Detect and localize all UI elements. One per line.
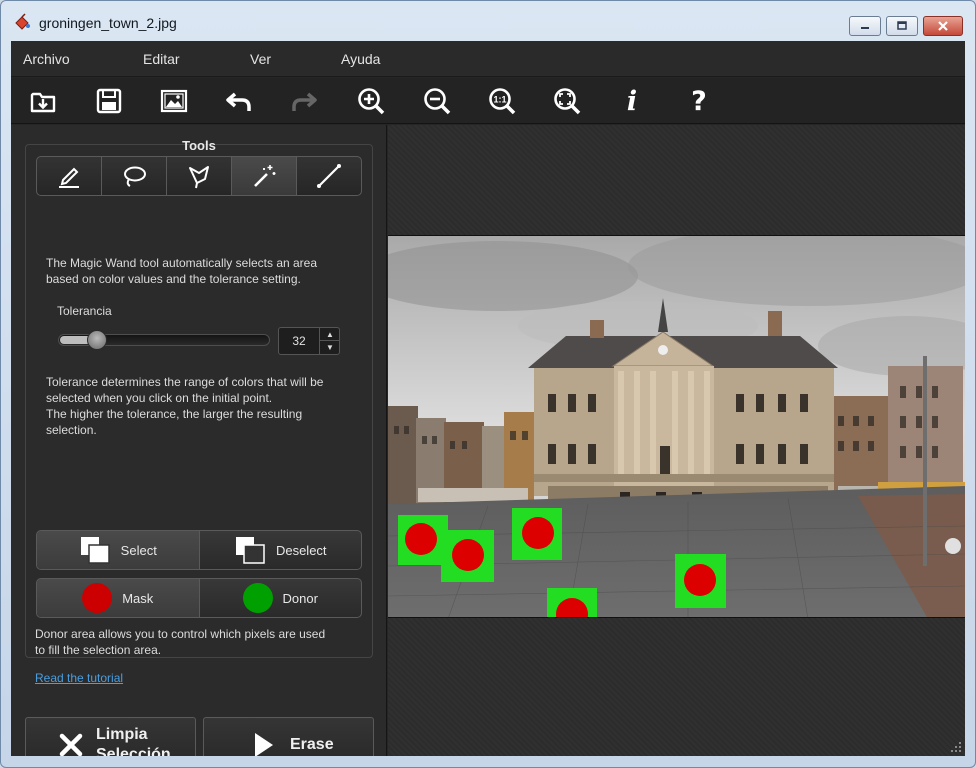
play-icon bbox=[255, 732, 273, 756]
help-icon: ? bbox=[691, 85, 707, 117]
area-mode: Mask Donor bbox=[36, 578, 362, 618]
selection-mode: Select Deselect bbox=[36, 530, 362, 570]
zoom-in-icon bbox=[358, 88, 385, 115]
toolbar: 1:1 i ? bbox=[11, 78, 965, 124]
zoom-in-button[interactable] bbox=[354, 84, 388, 118]
help-button[interactable]: ? bbox=[682, 84, 716, 118]
undo-button[interactable] bbox=[222, 84, 256, 118]
tutorial-link[interactable]: Read the tutorial bbox=[35, 671, 123, 685]
info-button[interactable]: i bbox=[615, 84, 649, 118]
tolerance-slider-thumb[interactable] bbox=[87, 330, 107, 350]
redo-icon bbox=[292, 92, 317, 111]
maximize-button[interactable] bbox=[886, 16, 918, 36]
undo-icon bbox=[226, 92, 251, 111]
clear-selection-label: Limpia Selección bbox=[96, 725, 171, 757]
zoom-actual-size-label: 1:1 bbox=[493, 95, 506, 105]
menu-ver[interactable]: Ver bbox=[250, 51, 271, 67]
magic-wand-icon bbox=[254, 165, 276, 187]
spin-up-arrow-icon[interactable]: ▲ bbox=[320, 328, 340, 341]
save-icon bbox=[96, 88, 122, 114]
close-icon bbox=[938, 21, 948, 31]
groningen-town-photo bbox=[388, 236, 965, 617]
menu-bar: Archivo Editar Ver Ayuda bbox=[11, 41, 965, 77]
open-icon bbox=[30, 92, 56, 113]
zoom-fit-icon bbox=[554, 88, 581, 115]
deselect-icon bbox=[235, 537, 265, 564]
erase-label: Erase bbox=[290, 735, 334, 753]
lasso-icon bbox=[124, 166, 146, 187]
tool-lasso[interactable] bbox=[102, 157, 167, 195]
tool-selector bbox=[36, 156, 362, 196]
close-x-icon bbox=[59, 733, 83, 756]
mask-label: Mask bbox=[122, 590, 154, 606]
zoom-fit-button[interactable] bbox=[550, 84, 584, 118]
paint-bucket-icon bbox=[15, 13, 30, 30]
select-button[interactable]: Select bbox=[37, 531, 200, 569]
image-button[interactable] bbox=[157, 84, 191, 118]
mask-button[interactable]: Mask bbox=[37, 579, 200, 617]
line-icon bbox=[317, 164, 341, 188]
window-title: groningen_town_2.jpg bbox=[39, 15, 177, 31]
donor-help-text: Donor area allows you to control which p… bbox=[35, 627, 326, 657]
tolerance-help: Tolerance determines the range of colors… bbox=[46, 375, 324, 437]
donor-button[interactable]: Donor bbox=[200, 579, 362, 617]
tolerance-value[interactable]: 32 bbox=[279, 334, 319, 348]
zoom-actual-size-button[interactable]: 1:1 bbox=[485, 84, 519, 118]
tool-description: The Magic Wand tool automatically select… bbox=[46, 256, 318, 286]
app-window: groningen_town_2.jpg Archivo Editar Ver … bbox=[0, 0, 976, 768]
mask-color-icon bbox=[82, 583, 113, 613]
tools-panel: Tools The Magic Wand tool automatically … bbox=[11, 125, 387, 756]
tool-marker[interactable] bbox=[37, 157, 102, 195]
info-icon: i bbox=[626, 85, 638, 117]
open-button[interactable] bbox=[26, 84, 60, 118]
minimize-button[interactable] bbox=[849, 16, 881, 36]
donor-color-icon bbox=[242, 583, 273, 613]
spinbox-arrows: ▲ ▼ bbox=[319, 328, 340, 354]
clear-selection-button[interactable]: Limpia Selección bbox=[25, 717, 196, 756]
tool-polygonal-lasso[interactable] bbox=[167, 157, 232, 195]
menu-editar[interactable]: Editar bbox=[143, 51, 180, 67]
donor-label: Donor bbox=[282, 590, 318, 606]
tools-heading: Tools bbox=[182, 138, 216, 153]
marker-icon bbox=[59, 167, 79, 188]
menu-ayuda[interactable]: Ayuda bbox=[341, 51, 380, 67]
deselect-label: Deselect bbox=[275, 542, 327, 558]
zoom-actual-size-icon: 1:1 bbox=[489, 88, 516, 115]
resize-grip-icon[interactable] bbox=[950, 741, 962, 753]
client-area: Archivo Editar Ver Ayuda 1:1 i ? Tools T… bbox=[11, 41, 965, 756]
tolerance-label: Tolerancia bbox=[57, 304, 112, 318]
redo-button[interactable] bbox=[287, 84, 321, 118]
save-button[interactable] bbox=[92, 84, 126, 118]
select-icon bbox=[80, 537, 110, 564]
title-bar[interactable]: groningen_town_2.jpg bbox=[1, 1, 975, 39]
tool-magic-wand[interactable] bbox=[232, 157, 297, 195]
menu-archivo[interactable]: Archivo bbox=[23, 51, 70, 67]
tolerance-spinbox[interactable]: 32 ▲ ▼ bbox=[278, 327, 340, 355]
image-icon bbox=[160, 89, 188, 113]
spin-down-arrow-icon[interactable]: ▼ bbox=[320, 341, 340, 354]
maximize-icon bbox=[897, 21, 907, 30]
zoom-out-button[interactable] bbox=[420, 84, 454, 118]
photo-canvas[interactable] bbox=[388, 235, 965, 618]
polygonal-lasso-icon bbox=[189, 166, 209, 189]
close-button[interactable] bbox=[923, 16, 963, 36]
tool-line[interactable] bbox=[297, 157, 361, 195]
minimize-icon bbox=[861, 27, 869, 29]
deselect-button[interactable]: Deselect bbox=[200, 531, 362, 569]
image-viewer[interactable] bbox=[388, 125, 965, 756]
zoom-out-icon bbox=[424, 88, 451, 115]
erase-button[interactable]: Erase bbox=[203, 717, 374, 756]
select-label: Select bbox=[120, 542, 157, 558]
